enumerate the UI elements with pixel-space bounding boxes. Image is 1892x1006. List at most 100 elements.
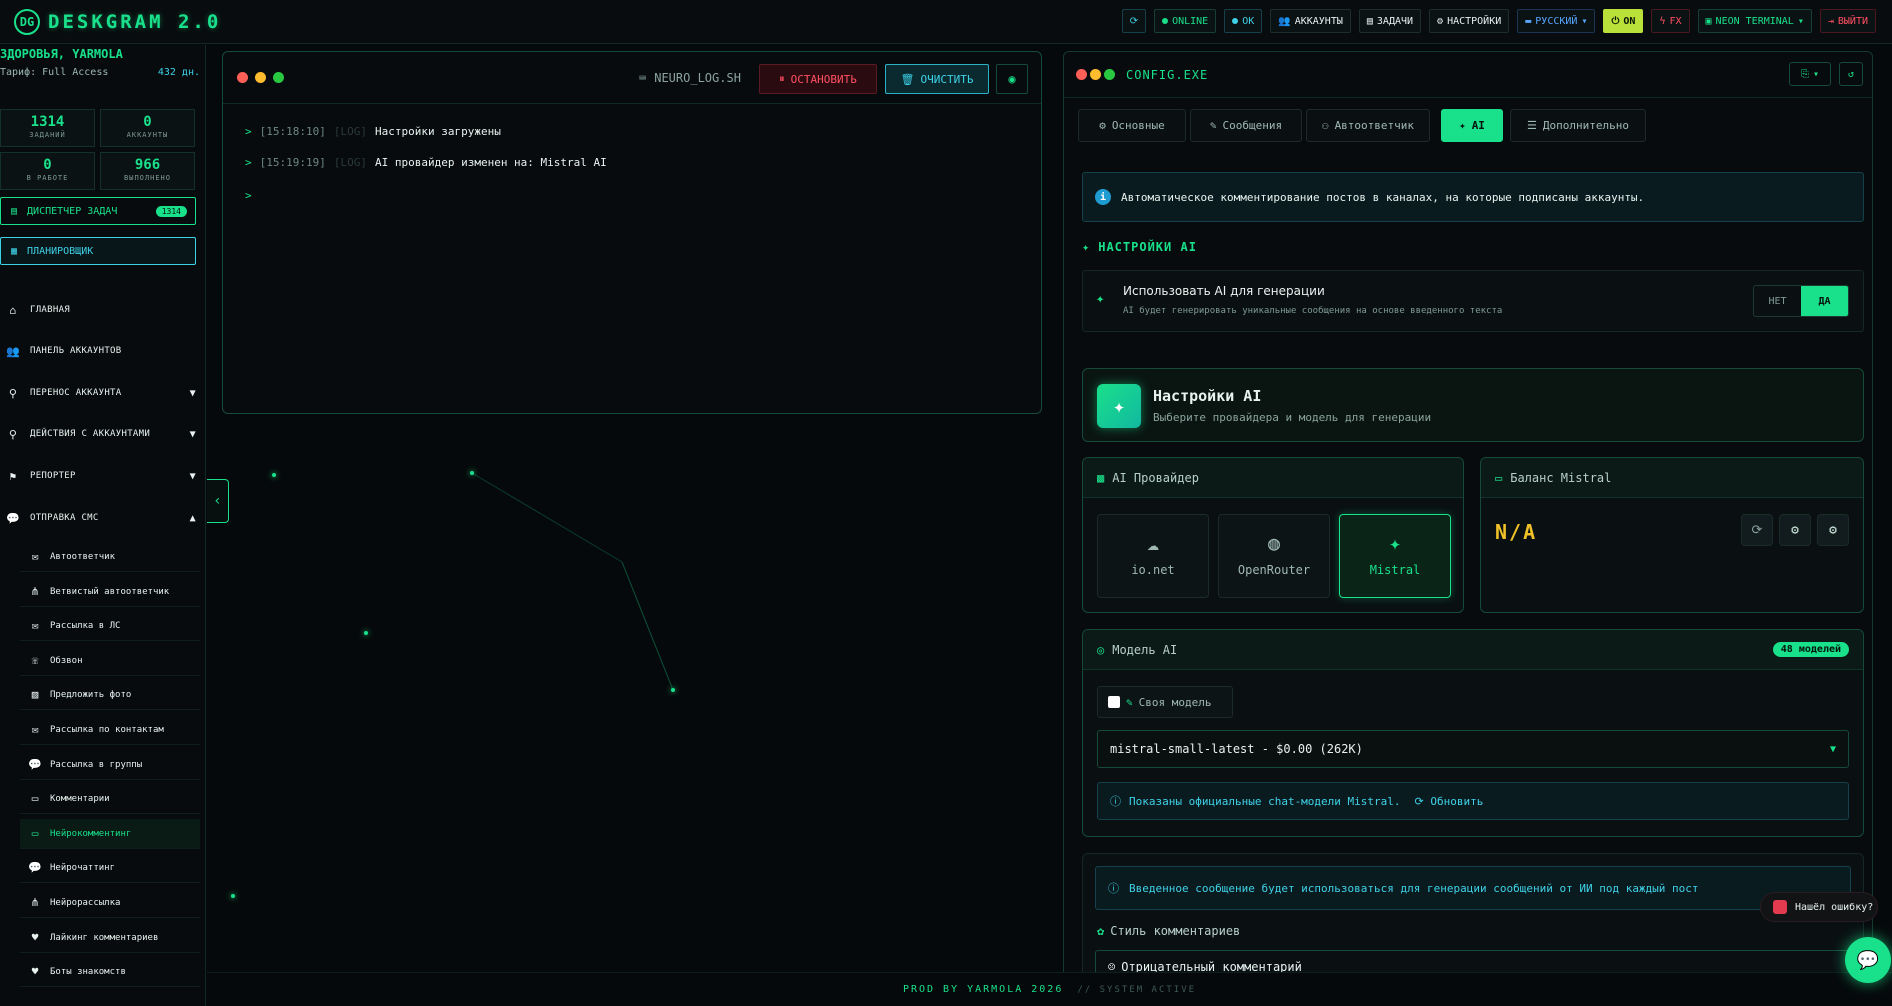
toggle-no[interactable]: НЕТ: [1754, 286, 1801, 316]
refresh-button[interactable]: ⟳: [1121, 9, 1147, 33]
terminal-icon: ▣: [1705, 15, 1712, 27]
cpu-icon: ◎: [1097, 642, 1105, 657]
use-ai-description: AI будет генерировать уникальные сообщен…: [1123, 306, 1503, 316]
users-icon: 👥: [1278, 15, 1291, 27]
tab-messages[interactable]: ✎ Сообщения: [1190, 109, 1302, 142]
clear-button[interactable]: 🗑 ОЧИСТИТЬ: [885, 64, 989, 94]
refresh-models-link[interactable]: ⟳ Обновить: [1415, 795, 1484, 808]
tasks-button[interactable]: ▤ ЗАДАЧИ: [1358, 9, 1422, 33]
chevron-down-icon: ▾: [1797, 15, 1804, 27]
tab-advanced[interactable]: ☰ Дополнительно: [1510, 109, 1646, 142]
logout-icon: ⇥: [1827, 15, 1834, 27]
accounts-button[interactable]: 👥 АККАУНТЫ: [1270, 9, 1351, 33]
use-ai-title: Использовать AI для генерации: [1123, 284, 1325, 298]
network-node: [364, 631, 368, 635]
model-header: ◎ Модель AI 48 моделей: [1083, 630, 1863, 670]
chevron-down-icon: ▾: [1581, 15, 1588, 27]
ok-dot-icon: [1232, 18, 1239, 24]
chevron-down-icon: ▾: [1812, 68, 1820, 80]
trash-icon: 🗑: [900, 72, 915, 86]
chat-fab-button[interactable]: 💬: [1845, 937, 1891, 983]
pause-icon: ⏸: [779, 72, 785, 85]
gear-icon: ⚙: [1791, 522, 1799, 538]
maximize-dot-icon[interactable]: [1104, 69, 1115, 80]
tab-autoresponder[interactable]: ⚇ Автоответчик: [1306, 109, 1430, 142]
network-node: [272, 473, 276, 477]
terminal-cursor[interactable]: >: [245, 189, 252, 202]
config-title: CONFIG.EXE: [1126, 68, 1209, 82]
config-panel: CONFIG.EXE ⎘ ▾ ↺ ⚙ Основные ✎ Сообщения ⚇ Ав…: [1063, 51, 1873, 1006]
language-select[interactable]: ▬ РУССКИЙ ▾: [1517, 9, 1596, 33]
power-icon: ⏻: [1611, 15, 1620, 27]
provider-openrouter[interactable]: ◍ OpenRouter: [1218, 514, 1330, 598]
edit-icon: ✎: [1126, 695, 1133, 709]
header-actions: ⟳ ONLINE OK 👥 АККАУНТЫ ▤ ЗАДАЧИ ⚙ НАСТРОЙКИ…: [1121, 9, 1876, 33]
close-dot-icon[interactable]: [1076, 69, 1087, 80]
logout-button[interactable]: ⇥ ВЫЙТИ: [1819, 9, 1876, 33]
settings-button[interactable]: ⚙: [1779, 514, 1811, 546]
use-ai-toggle[interactable]: НЕТ ДА: [1753, 285, 1849, 317]
chip-icon: ▩: [1097, 470, 1105, 485]
sparkle-icon: ✦: [1082, 240, 1091, 254]
toggle-yes[interactable]: ДА: [1801, 286, 1848, 316]
theme-select[interactable]: ▣ NEON TERMINAL ▾: [1697, 9, 1812, 33]
checkbox[interactable]: [1108, 696, 1120, 708]
maximize-dot-icon[interactable]: [273, 72, 284, 83]
info-banner: i Автоматическое комментирование постов в…: [1082, 172, 1864, 222]
ai-section-title: ✦ НАСТРОЙКИ AI: [1082, 240, 1197, 254]
bookmark-icon: ⎘: [1800, 68, 1809, 80]
toggle-visibility-button[interactable]: ◉: [996, 64, 1028, 94]
footer-status: // SYSTEM ACTIVE: [1077, 984, 1197, 995]
online-status[interactable]: ONLINE: [1154, 9, 1217, 33]
footer: PROD BY YARMOLA 2026 // SYSTEM ACTIVE: [207, 972, 1892, 1006]
ai-card-title: Настройки AI: [1153, 387, 1262, 405]
refresh-balance-button[interactable]: ⟳: [1741, 514, 1773, 546]
minimize-dot-icon[interactable]: [255, 72, 266, 83]
stop-button[interactable]: ⏸ ОСТАНОВИТЬ: [759, 64, 877, 94]
cog-icon: ⚙: [1829, 522, 1837, 538]
balance-header: ▭ Баланс Mistral: [1481, 458, 1863, 498]
cloud-icon: ☁: [1146, 531, 1160, 555]
sliders-icon: ☰: [1527, 119, 1537, 132]
own-model-checkbox[interactable]: ✎ Своя модель: [1097, 686, 1233, 718]
ai-settings-card: ✦ Настройки AI Выберите провайдера и мод…: [1082, 368, 1864, 442]
config-titlebar: CONFIG.EXE ⎘ ▾ ↺: [1064, 52, 1872, 98]
provider-io-net[interactable]: ☁ io.net: [1097, 514, 1209, 598]
gear-icon: ⚙: [1437, 15, 1444, 27]
chevron-down-icon: ▼: [1829, 743, 1836, 755]
provider-mistral[interactable]: ✦ Mistral: [1339, 514, 1451, 598]
report-bug-button[interactable]: Нашёл ошибку?: [1760, 892, 1878, 922]
bolt-icon: ϟ: [1659, 15, 1666, 27]
bookmark-menu-button[interactable]: ⎘ ▾: [1789, 62, 1831, 86]
robot-icon: ⚇: [1321, 119, 1329, 132]
info-icon: ⓘ: [1110, 795, 1121, 808]
ok-status[interactable]: OK: [1224, 9, 1263, 33]
clipboard-icon: ▤: [1366, 15, 1373, 27]
model-select[interactable]: mistral-small-latest - $0.00 (262K) ▼: [1097, 730, 1849, 768]
info-icon: ⓘ: [1108, 882, 1119, 895]
power-toggle[interactable]: ⏻ ON: [1603, 9, 1644, 33]
refresh-icon: ⟳: [1129, 15, 1139, 27]
network-node: [470, 471, 474, 475]
log-terminal: ⌨ NEURO_LOG.SH ⏸ ОСТАНОВИТЬ 🗑 ОЧИСТИТЬ ◉ >[…: [222, 51, 1042, 414]
bug-icon: [1773, 900, 1787, 914]
edit-icon: ✎: [1209, 119, 1217, 132]
keyboard-icon: ⌨: [639, 71, 647, 85]
minimize-dot-icon[interactable]: [1090, 69, 1101, 80]
fx-toggle[interactable]: ϟ FX: [1651, 9, 1690, 33]
tab-ai[interactable]: ✦ AI: [1441, 109, 1503, 142]
tab-main[interactable]: ⚙ Основные: [1078, 109, 1186, 142]
reset-icon: ↺: [1847, 68, 1855, 80]
model-panel: ◎ Модель AI 48 моделей ✎ Своя модель mistra…: [1082, 629, 1864, 837]
provider-panel: ▩ AI Провайдер ☁ io.net ◍ OpenRouter ✦ Mistr…: [1082, 457, 1464, 613]
prompt-note: ⓘ Введенное сообщение будет использоватьс…: [1095, 866, 1851, 910]
refresh-icon: ⟳: [1751, 522, 1763, 538]
log-line: > [15:19:19] [LOG] AI провайдер изменен на:…: [245, 156, 607, 169]
balance-value: N/A: [1495, 520, 1538, 544]
settings-button[interactable]: ⚙ НАСТРОЙКИ: [1429, 9, 1510, 33]
api-settings-button[interactable]: ⚙: [1817, 514, 1849, 546]
terminal-title: ⌨ NEURO_LOG.SH: [639, 71, 741, 85]
palette-icon: ✿: [1097, 924, 1105, 938]
close-dot-icon[interactable]: [237, 72, 248, 83]
reset-button[interactable]: ↺: [1839, 62, 1863, 86]
